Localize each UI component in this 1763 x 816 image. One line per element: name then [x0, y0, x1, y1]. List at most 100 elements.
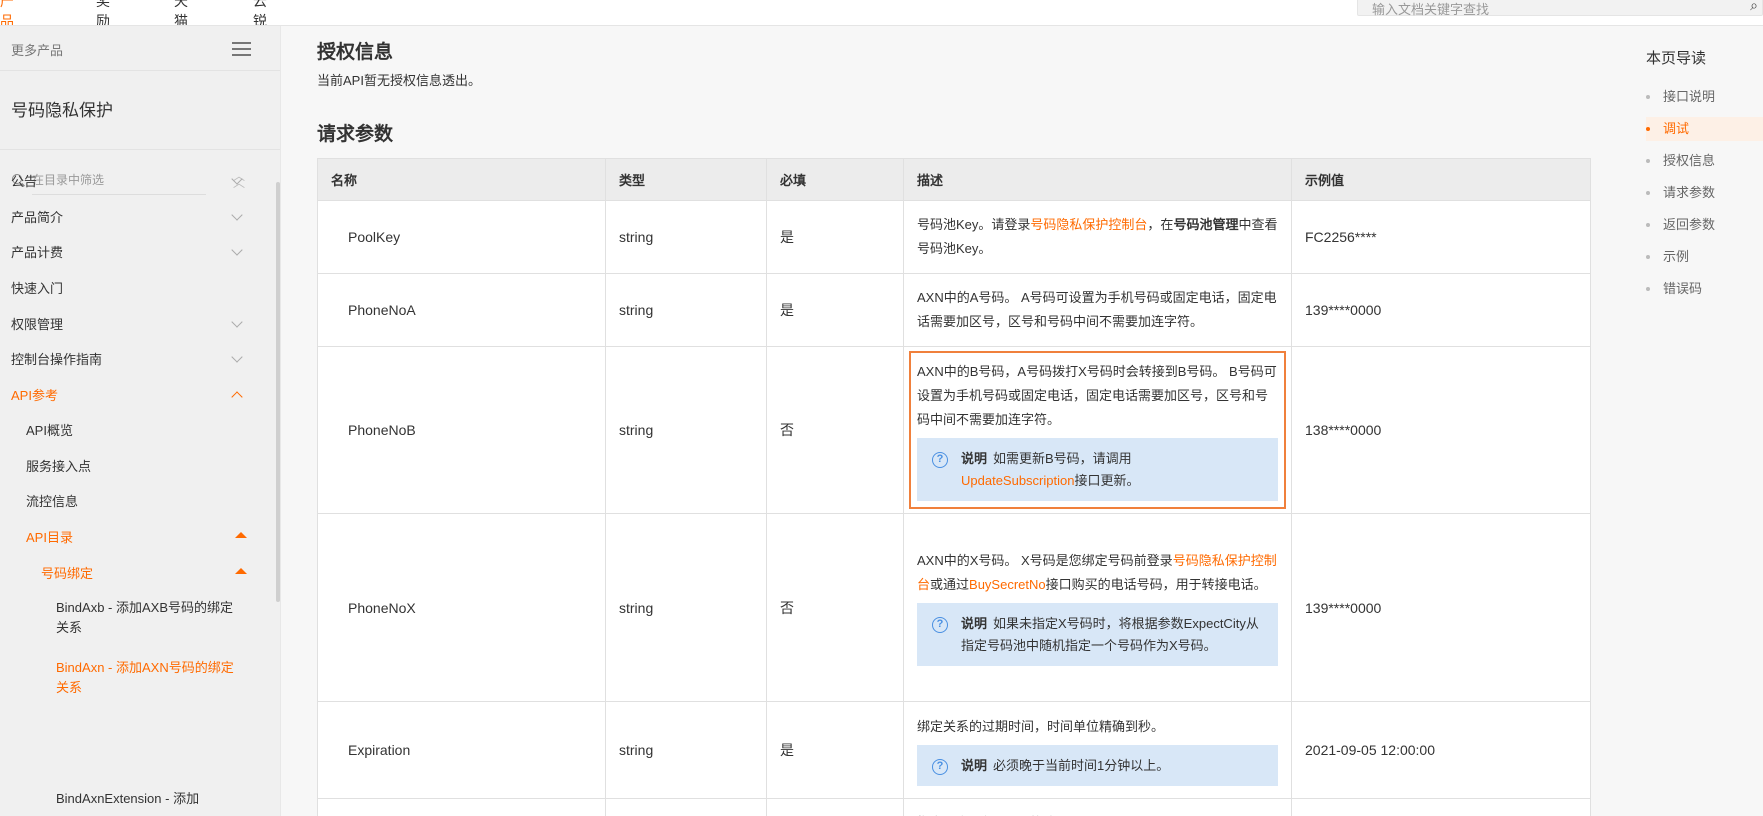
- bullet-icon: [1646, 255, 1650, 259]
- toc-item-api-desc[interactable]: 接口说明: [1646, 85, 1763, 109]
- column-header-description: 描述: [903, 158, 1292, 201]
- desc-text-part: AXN中的X号码。 X号码是您绑定号码前登录: [917, 553, 1173, 568]
- sidebar-item-endpoints[interactable]: 服务接入点: [0, 456, 270, 476]
- sidebar-item-intro[interactable]: 产品简介: [0, 207, 270, 227]
- toc-item-request-params[interactable]: 请求参数: [1646, 181, 1763, 205]
- param-name: PhoneNoB: [317, 346, 606, 514]
- sidebar-item-bindaxnextension[interactable]: BindAxnExtension - 添加: [0, 791, 270, 812]
- chevron-down-icon: [231, 173, 243, 185]
- param-example: 138****0000: [1291, 346, 1591, 514]
- param-type: string: [605, 513, 767, 702]
- desc-text: ，在: [1147, 217, 1174, 232]
- sidebar-item-label: BindAxb - 添加AXB号码的绑定关系: [56, 600, 233, 635]
- sidebar-item-bindaxb[interactable]: BindAxb - 添加AXB号码的绑定关系: [0, 598, 270, 638]
- param-required: 是: [766, 701, 904, 799]
- param-example: FC2256****: [1291, 200, 1591, 274]
- toc-item-label: 示例: [1663, 249, 1690, 264]
- column-header-type: 类型: [605, 158, 767, 201]
- sidebar-item-api-reference[interactable]: API参考: [0, 385, 270, 405]
- bullet-icon: [1646, 287, 1650, 291]
- table-header-row: 名称 类型 必填 描述 示例值: [317, 158, 1591, 201]
- desc-text: AXN中的B号码，A号码拨打X号码时会转接到B号码。 B号码可设置为手机号码或固…: [917, 363, 1277, 427]
- param-example: 139****0000: [1291, 273, 1591, 347]
- sidebar-scrollbar[interactable]: [276, 182, 280, 602]
- doc-search-placeholder: 输入文档关键字查找: [1372, 2, 1490, 17]
- param-name: [317, 798, 606, 816]
- param-name: PoolKey: [317, 200, 606, 274]
- param-type: string: [605, 273, 767, 347]
- sidebar-item-billing[interactable]: 产品计费: [0, 242, 270, 262]
- auth-section-desc: 当前API暂无授权信息透出。: [317, 73, 481, 88]
- table-row: PoolKey string 是 号码池Key。请登录号码隐私保护控制台，在号码…: [317, 200, 1591, 274]
- sidebar-item-label: 产品计费: [11, 245, 64, 260]
- toc-item-label: 接口说明: [1663, 89, 1716, 104]
- top-bar: 产品文档 奖励源 天猫官 云锐坪 输入文档关键字查找 ⌕: [0, 0, 1763, 26]
- bullet-icon: [1646, 159, 1650, 163]
- param-name: PhoneNoX: [317, 513, 606, 702]
- note-box: ? 说明 如需更新B号码，请调用 UpdateSubscription接口更新。: [917, 437, 1278, 501]
- table-row: 指定城市进行X号码的选号: [317, 798, 1591, 816]
- sidebar-item-label: API目录: [26, 530, 73, 545]
- param-description: AXN中的A号码。 A号码可设置为手机号码或固定电话，固定电话需要加区号，区号和…: [903, 273, 1292, 347]
- param-example: 2021-09-05 12:00:00: [1291, 701, 1591, 799]
- column-header-example: 示例值: [1291, 158, 1591, 201]
- sidebar-item-flow-control[interactable]: 流控信息: [0, 491, 270, 511]
- toc-item-error-codes[interactable]: 错误码: [1646, 277, 1763, 301]
- sidebar-item-number-binding[interactable]: 号码绑定: [0, 563, 270, 583]
- update-subscription-link[interactable]: UpdateSubscription: [961, 473, 1074, 488]
- param-name: PhoneNoA: [317, 273, 606, 347]
- column-header-required: 必填: [766, 158, 904, 201]
- sidebar-item-quickstart[interactable]: 快速入门: [0, 278, 270, 298]
- param-type: string: [605, 701, 767, 799]
- table-row: PhoneNoB string 否 AXN中的B号码，A号码拨打X号码时会转接到…: [317, 346, 1591, 514]
- sidebar-item-console-guide[interactable]: 控制台操作指南: [0, 349, 270, 369]
- question-icon: ?: [932, 451, 948, 468]
- toc-item-auth[interactable]: 授权信息: [1646, 149, 1763, 173]
- note-box: ? 说明 必须晚于当前时间1分钟以上。: [917, 744, 1278, 786]
- question-icon: ?: [932, 617, 948, 633]
- sidebar-item-bindaxn[interactable]: BindAxn - 添加AXN号码的绑定关系: [0, 660, 270, 772]
- note-text: 接口更新。: [1074, 472, 1140, 488]
- desc-text-part: 或通过: [930, 577, 970, 592]
- sidebar-item-announcement[interactable]: 公告: [0, 171, 270, 191]
- param-example: [1291, 798, 1591, 816]
- param-required: 否: [766, 346, 904, 514]
- chevron-up-icon: [231, 391, 243, 403]
- param-description: 号码池Key。请登录号码隐私保护控制台，在号码池管理中查看号码池Key。: [903, 200, 1292, 274]
- toc-item-response-params[interactable]: 返回参数: [1646, 213, 1763, 237]
- toc-item-label: 授权信息: [1663, 153, 1716, 168]
- note-title: 说明: [961, 450, 988, 466]
- doc-search-input[interactable]: 输入文档关键字查找 ⌕: [1357, 0, 1763, 17]
- desc-bold: 号码池管理: [1173, 217, 1239, 232]
- param-required: 否: [766, 513, 904, 702]
- sidebar-item-api-overview[interactable]: API概览: [0, 420, 270, 440]
- sidebar: 更多产品 号码隐私保护 在目录中筛选 ︿ ︿ 公告 产品简介 产品计费 快速入门 …: [0, 26, 281, 816]
- sidebar-item-label: API概览: [26, 423, 73, 438]
- sidebar-item-label: 流控信息: [26, 494, 79, 509]
- menu-icon[interactable]: [232, 42, 251, 56]
- param-description: 指定城市进行X号码的选号: [903, 798, 1292, 816]
- note-text: 必须晚于当前时间1分钟以上。: [993, 757, 1170, 773]
- sidebar-item-api-catalog[interactable]: API目录: [0, 527, 270, 547]
- note-title: 说明: [961, 757, 988, 773]
- toc-item-debug[interactable]: 调试: [1646, 117, 1763, 141]
- more-products-link[interactable]: 更多产品: [11, 40, 63, 59]
- sidebar-item-permissions[interactable]: 权限管理: [0, 314, 270, 334]
- caret-up-icon: [235, 532, 247, 538]
- bullet-icon: [1646, 127, 1650, 131]
- topnav-item-docs[interactable]: 产品文档: [0, 0, 14, 25]
- topnav-item-4[interactable]: 云锐坪: [253, 0, 267, 25]
- sidebar-item-label: 控制台操作指南: [11, 352, 103, 367]
- topnav-item-3[interactable]: 天猫官: [174, 0, 188, 25]
- sidebar-item-label: 快速入门: [11, 281, 64, 296]
- param-type: string: [605, 200, 767, 274]
- sidebar-item-label: 服务接入点: [26, 459, 92, 474]
- buysecretno-link[interactable]: BuySecretNo: [969, 577, 1046, 592]
- console-link[interactable]: 号码隐私保护控制台: [1030, 217, 1147, 232]
- param-description: AXN中的B号码，A号码拨打X号码时会转接到B号码。 B号码可设置为手机号码或固…: [903, 346, 1292, 514]
- search-icon[interactable]: ⌕: [1750, 0, 1758, 14]
- toc-item-examples[interactable]: 示例: [1646, 245, 1763, 269]
- param-description: 绑定关系的过期时间，时间单位精确到秒。 ? 说明 必须晚于当前时间1分钟以上。: [903, 701, 1292, 799]
- topnav-item-2[interactable]: 奖励源: [96, 0, 110, 25]
- note-text: 如果未指定X号码时，将根据参数ExpectCity从指定号码池中随机指定一个号码…: [961, 616, 1259, 653]
